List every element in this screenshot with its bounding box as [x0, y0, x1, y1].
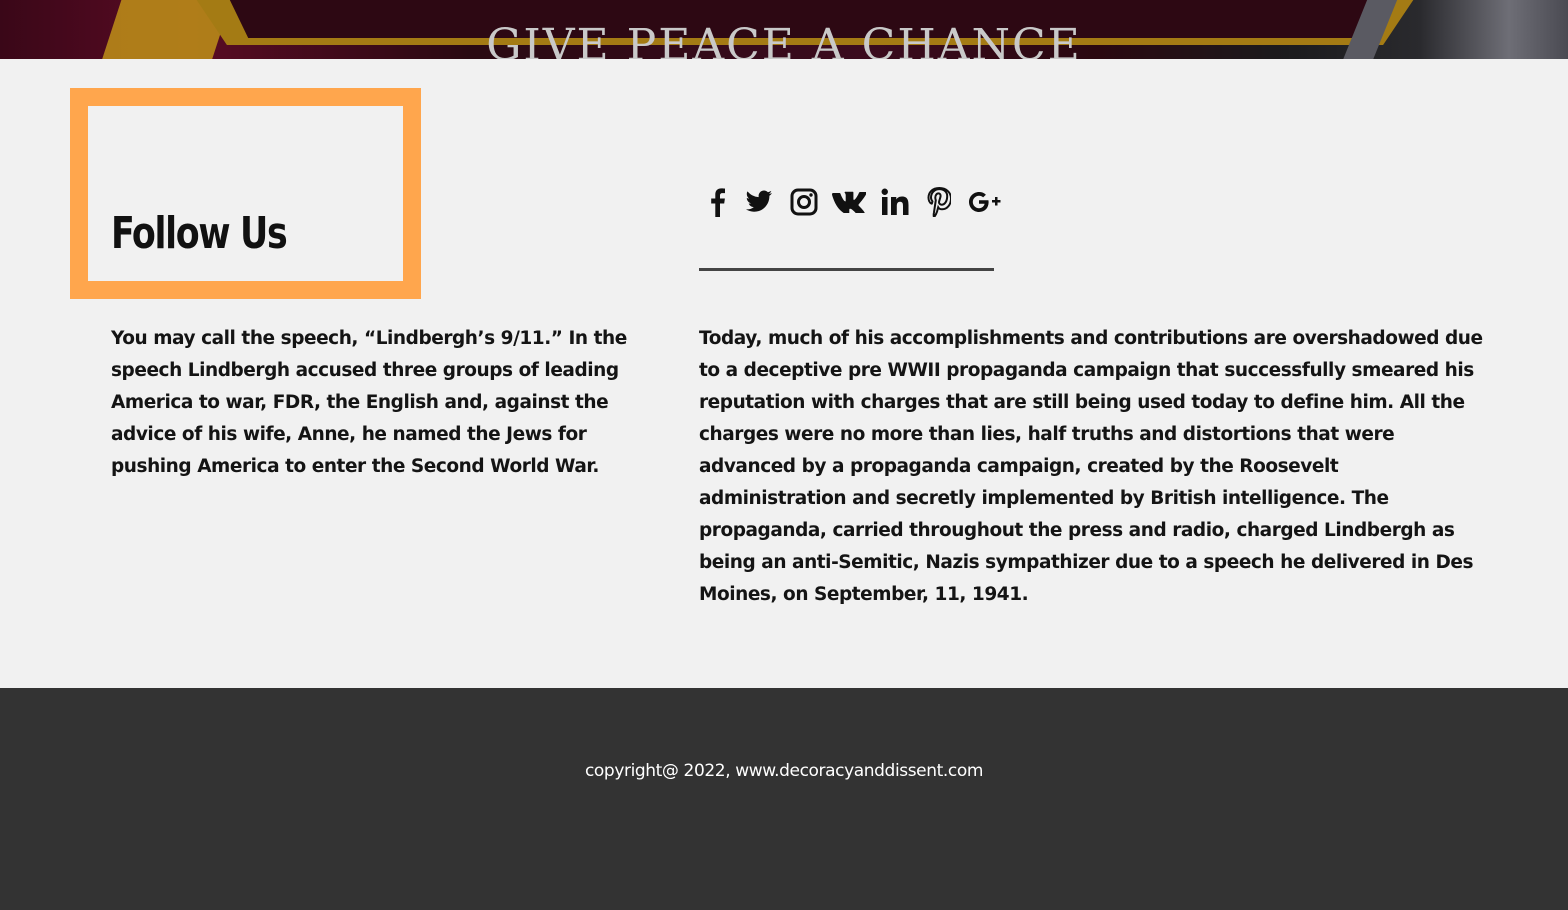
hero-slogan: GIVE PEACE A CHANCE [486, 20, 1082, 59]
linkedin-icon[interactable] [877, 184, 913, 220]
follow-us-heading: Follow Us [111, 208, 288, 259]
pinterest-icon[interactable] [921, 184, 957, 220]
copyright-text: copyright@ 2022, www.decoracyanddissent.… [584, 761, 983, 781]
hero-banner: GIVE PEACE A CHANCE [0, 0, 1568, 59]
footer [0, 688, 1568, 910]
section-divider [699, 268, 994, 271]
facebook-icon[interactable] [699, 184, 735, 220]
speech-paragraph: You may call the speech, “Lindbergh’s 9/… [111, 328, 627, 477]
google-plus-icon[interactable] [967, 184, 1003, 220]
follow-us-box [70, 88, 421, 299]
propaganda-paragraph: Today, much of his accomplishments and c… [699, 328, 1483, 605]
twitter-icon[interactable] [741, 184, 777, 220]
instagram-icon[interactable] [786, 184, 822, 220]
vk-icon[interactable] [831, 184, 867, 220]
